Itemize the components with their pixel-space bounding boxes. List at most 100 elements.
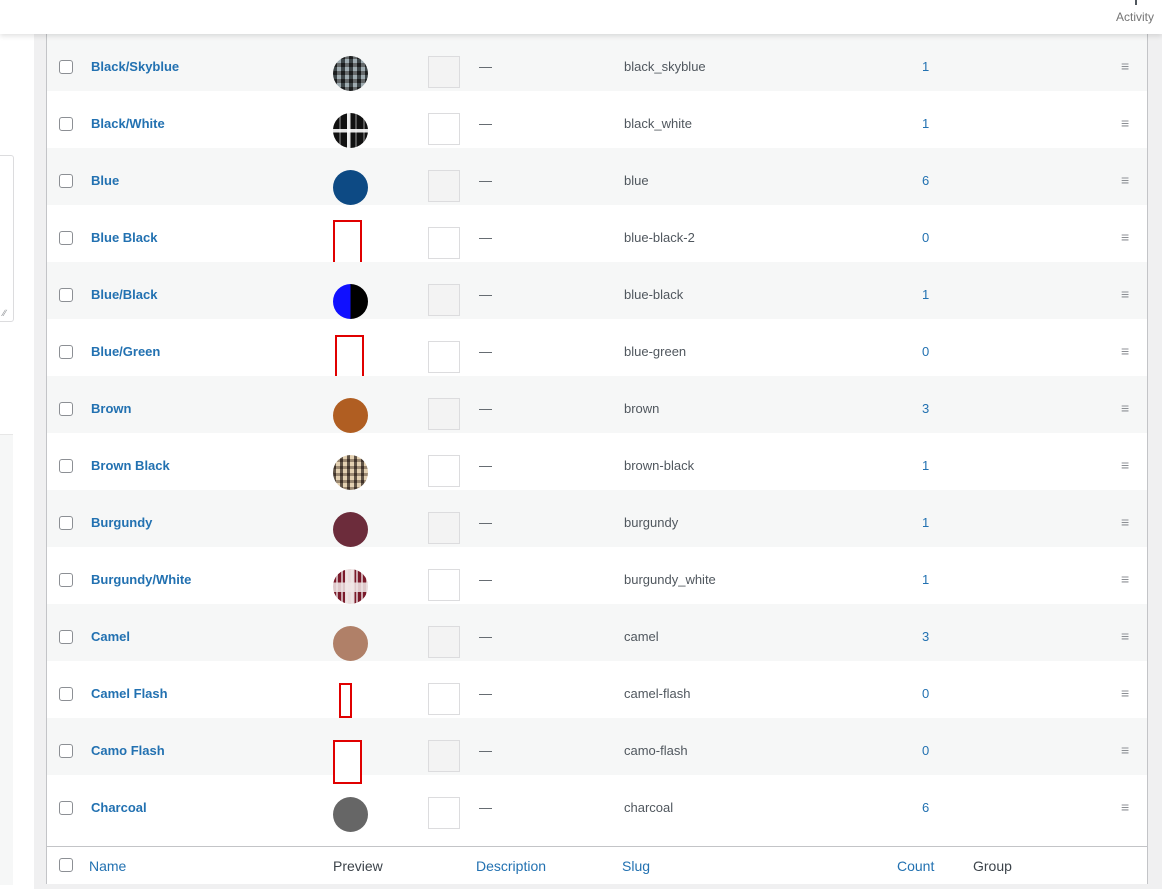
term-name-link[interactable]: Black/White [91, 116, 165, 131]
term-name-link[interactable]: Blue [91, 173, 119, 188]
table-row: Blue Black — blue-black-2 0 ≡ [47, 205, 1147, 264]
term-slug: blue [624, 173, 649, 188]
row-checkbox[interactable] [59, 174, 73, 188]
row-checkbox[interactable] [59, 60, 73, 74]
term-count-link[interactable]: 1 [922, 458, 929, 473]
drag-handle-icon[interactable]: ≡ [1121, 685, 1129, 701]
drag-handle-icon[interactable]: ≡ [1121, 286, 1129, 302]
term-name-link[interactable]: Blue/Green [91, 344, 160, 359]
term-description: — [479, 287, 492, 302]
term-count-link[interactable]: 3 [922, 401, 929, 416]
table-row: Black/Skyblue — black_skyblue 1 ≡ [47, 34, 1147, 91]
term-name-link[interactable]: Blue/Black [91, 287, 157, 302]
term-slug: brown [624, 401, 660, 416]
term-description: — [479, 743, 492, 758]
column-description-sort[interactable]: Description [476, 858, 546, 874]
drag-handle-icon[interactable]: ≡ [1121, 58, 1129, 74]
term-count-link[interactable]: 0 [922, 230, 929, 245]
activity-button[interactable]: Activity [1096, 0, 1156, 34]
color-swatch-box [428, 455, 460, 487]
term-count-link[interactable]: 1 [922, 116, 929, 131]
drag-handle-icon[interactable]: ≡ [1121, 172, 1129, 188]
table-row: Charcoal — charcoal 6 ≡ [47, 775, 1147, 832]
preview-swatch [333, 512, 368, 547]
term-name-link[interactable]: Charcoal [91, 800, 147, 815]
table-row: Burgundy — burgundy 1 ≡ [47, 490, 1147, 547]
term-slug: camo-flash [624, 743, 688, 758]
row-checkbox[interactable] [59, 630, 73, 644]
drag-handle-icon[interactable]: ≡ [1121, 571, 1129, 587]
preview-swatch [333, 170, 368, 205]
color-swatch-box [428, 626, 460, 658]
term-count-link[interactable]: 1 [922, 59, 929, 74]
term-name-link[interactable]: Blue Black [91, 230, 157, 245]
term-slug: black_white [624, 116, 692, 131]
term-description: — [479, 572, 492, 587]
color-swatch-box [428, 398, 460, 430]
table-row: Camo Flash — camo-flash 0 ≡ [47, 718, 1147, 784]
term-name-link[interactable]: Black/Skyblue [91, 59, 179, 74]
left-textarea[interactable] [0, 155, 14, 322]
drag-handle-icon[interactable]: ≡ [1121, 115, 1129, 131]
table-row: Burgundy/White — burgundy_white 1 ≡ [47, 547, 1147, 604]
color-swatch-box [428, 170, 460, 202]
drag-handle-icon[interactable]: ≡ [1121, 457, 1129, 473]
resize-grip-icon[interactable]: ∕∕ [3, 308, 6, 318]
term-count-link[interactable]: 6 [922, 173, 929, 188]
column-count-sort[interactable]: Count [897, 858, 934, 874]
column-name-sort[interactable]: Name [89, 858, 126, 874]
color-swatch-box [428, 740, 460, 772]
term-name-link[interactable]: Burgundy/White [91, 572, 191, 587]
row-checkbox[interactable] [59, 288, 73, 302]
column-preview: Preview [333, 858, 383, 874]
color-swatch-box [428, 683, 460, 715]
table-footer: Name Preview Description Slug Count Grou… [47, 846, 1147, 884]
row-checkbox[interactable] [59, 516, 73, 530]
term-description: — [479, 401, 492, 416]
term-count-link[interactable]: 0 [922, 743, 929, 758]
row-checkbox[interactable] [59, 801, 73, 815]
term-count-link[interactable]: 6 [922, 800, 929, 815]
drag-handle-icon[interactable]: ≡ [1121, 514, 1129, 530]
term-name-link[interactable]: Camel Flash [91, 686, 168, 701]
drag-handle-icon[interactable]: ≡ [1121, 799, 1129, 815]
preview-swatch [333, 113, 368, 148]
row-checkbox[interactable] [59, 402, 73, 416]
drag-handle-icon[interactable]: ≡ [1121, 628, 1129, 644]
row-checkbox[interactable] [59, 687, 73, 701]
drag-handle-icon[interactable]: ≡ [1121, 400, 1129, 416]
broken-image-icon [335, 335, 364, 381]
drag-handle-icon[interactable]: ≡ [1121, 229, 1129, 245]
term-slug: brown-black [624, 458, 695, 473]
row-checkbox[interactable] [59, 231, 73, 245]
preview-swatch [333, 398, 368, 433]
drag-handle-icon[interactable]: ≡ [1121, 343, 1129, 359]
preview-swatch [333, 626, 368, 661]
table-row: Blue — blue 6 ≡ [47, 148, 1147, 205]
term-count-link[interactable]: 1 [922, 287, 929, 302]
column-slug-sort[interactable]: Slug [622, 858, 650, 874]
term-description: — [479, 629, 492, 644]
term-name-link[interactable]: Brown [91, 401, 131, 416]
row-checkbox[interactable] [59, 459, 73, 473]
row-checkbox[interactable] [59, 117, 73, 131]
term-count-link[interactable]: 0 [922, 344, 929, 359]
term-count-link[interactable]: 1 [922, 515, 929, 530]
select-all-checkbox[interactable] [59, 858, 73, 872]
term-name-link[interactable]: Burgundy [91, 515, 152, 530]
drag-handle-icon[interactable]: ≡ [1121, 742, 1129, 758]
terms-table: Black/Skyblue — black_skyblue 1 ≡ Black/… [46, 34, 1148, 884]
row-checkbox[interactable] [59, 345, 73, 359]
term-count-link[interactable]: 1 [922, 572, 929, 587]
term-name-link[interactable]: Camel [91, 629, 130, 644]
term-count-link[interactable]: 0 [922, 686, 929, 701]
term-count-link[interactable]: 3 [922, 629, 929, 644]
term-name-link[interactable]: Camo Flash [91, 743, 165, 758]
row-checkbox[interactable] [59, 573, 73, 587]
term-description: — [479, 458, 492, 473]
color-swatch-box [428, 341, 460, 373]
preview-swatch [333, 455, 368, 490]
left-panel-box [0, 434, 13, 885]
row-checkbox[interactable] [59, 744, 73, 758]
term-name-link[interactable]: Brown Black [91, 458, 170, 473]
